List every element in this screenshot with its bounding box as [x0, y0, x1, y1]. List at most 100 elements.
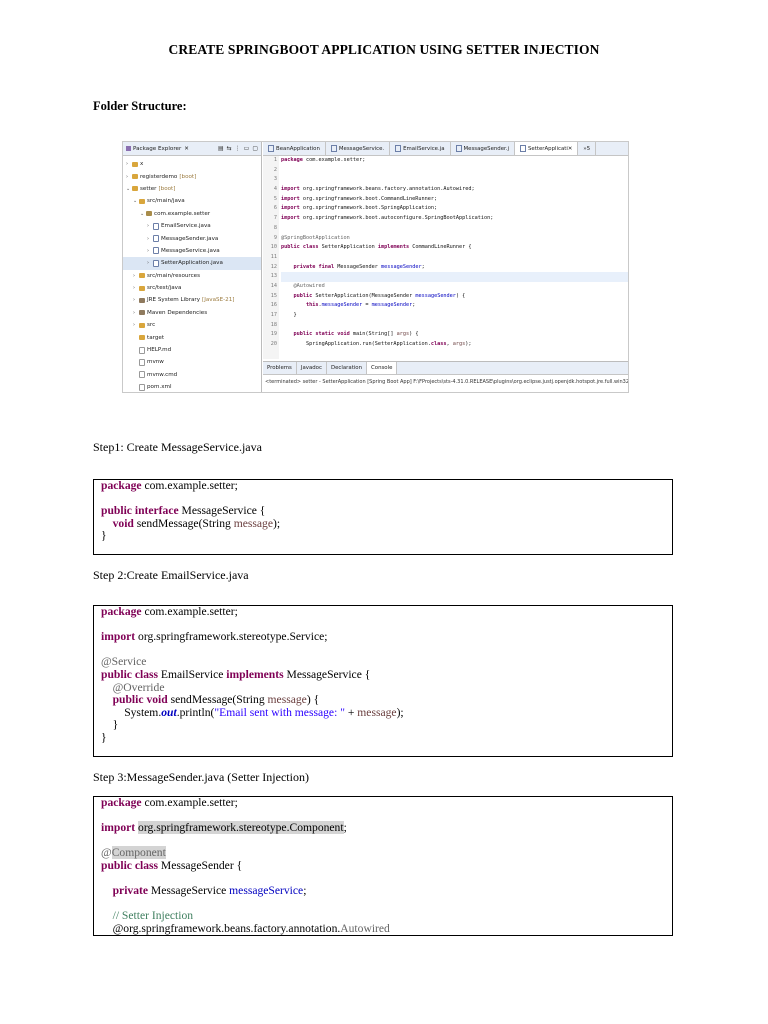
- close-icon[interactable]: ✕: [568, 146, 573, 152]
- console-tab[interactable]: Javadoc: [297, 362, 327, 374]
- line-number: 4: [273, 186, 277, 193]
- editor-source[interactable]: package com.example.setter; import org.sp…: [281, 156, 628, 359]
- line-number: 11: [270, 253, 277, 260]
- line-number: 10: [270, 244, 277, 251]
- tree-item[interactable]: › SetterApplication.java: [123, 257, 261, 270]
- folder-structure-heading: Folder Structure:: [93, 99, 187, 113]
- tree-item[interactable]: mvnw.cmd: [123, 369, 261, 381]
- line-number: 13: [270, 273, 277, 280]
- keyword: class: [134, 858, 159, 872]
- code-text: );: [272, 516, 281, 530]
- line-number: 20: [270, 341, 277, 348]
- code-line: package com.example.setter;: [101, 480, 672, 493]
- tree-item-tag: [boot]: [158, 185, 176, 192]
- package-explorer-tab[interactable]: Package Explorer: [133, 146, 181, 152]
- maximize-icon[interactable]: ▢: [252, 145, 258, 152]
- code-line: import org.springframework.stereotype.Co…: [101, 821, 672, 835]
- console-tab[interactable]: Console: [367, 362, 398, 374]
- tree-item[interactable]: mvnw: [123, 356, 261, 368]
- source-line: [281, 166, 628, 176]
- tree-item[interactable]: › MessageSender.java: [123, 232, 261, 244]
- keyword: class: [134, 667, 159, 681]
- source-line: import org.springframework.boot.autoconf…: [281, 215, 494, 222]
- tree-item[interactable]: › src/main/resources: [123, 270, 261, 282]
- source-line: @Autowired: [293, 282, 325, 289]
- tree-item-label: registerdemo: [140, 173, 178, 180]
- java-icon: [153, 235, 159, 243]
- tree-item[interactable]: › EmailService.java: [123, 220, 261, 232]
- source-line: }: [281, 312, 297, 318]
- tree-item[interactable]: › MessageService.java: [123, 245, 261, 257]
- folder-icon: [132, 174, 138, 180]
- keyword: implements: [226, 667, 284, 681]
- minimize-icon[interactable]: ▭: [244, 145, 250, 152]
- tree-item[interactable]: ⌄ src/main/java: [123, 195, 261, 207]
- tree-item[interactable]: target: [123, 331, 261, 343]
- tree-item-label: mvnw: [147, 359, 164, 366]
- source-line: [281, 272, 628, 282]
- editor-tab[interactable]: MessageService.: [326, 142, 391, 155]
- tree-item[interactable]: ⌄ com.example.setter: [123, 208, 261, 220]
- close-icon[interactable]: ✕: [184, 146, 189, 152]
- line-number: 2: [273, 166, 277, 173]
- highlighted-annotation: Component: [111, 846, 166, 860]
- editor-tab[interactable]: EmailService.ja: [390, 142, 451, 155]
- source-line: [281, 253, 628, 263]
- tree-item-label: mvnw.cmd: [147, 371, 178, 378]
- code-text: MessageService {: [178, 504, 266, 518]
- editor-tab-label: SetterApplicati: [527, 145, 568, 152]
- code-line: public class EmailService implements Mes…: [101, 667, 672, 682]
- tree-item[interactable]: › src: [123, 319, 261, 331]
- ide-screenshot: Package Explorer ✕ ▤ ⇆ ⋮ ▭ ▢ › x › register…: [122, 141, 629, 393]
- code-text: MessageSender {: [158, 858, 243, 872]
- code-line: System.out.println("Email sent with mess…: [101, 705, 672, 720]
- source-line: @SpringBootApplication: [281, 234, 350, 241]
- folder-icon: [132, 186, 138, 192]
- tree-item-label: x: [140, 161, 144, 168]
- highlighted-import: org.springframework.stereotype.Component: [138, 821, 344, 835]
- editor-tab-label: BeanApplication: [276, 145, 320, 152]
- step3-label: Step 3:MessageSender.java (Setter Inject…: [93, 770, 309, 784]
- source-line: [281, 224, 628, 234]
- line-number: 5: [273, 195, 277, 202]
- tree-item-label: EmailService.java: [161, 223, 211, 230]
- editor-tab[interactable]: MessageSender.j: [451, 142, 515, 155]
- editor-tab[interactable]: SetterApplicati ✕: [514, 142, 579, 155]
- tree-item-label: src/main/resources: [147, 272, 201, 279]
- tree-item[interactable]: › Maven Dependencies: [123, 307, 261, 319]
- console-tab[interactable]: Problems: [263, 362, 297, 374]
- package-explorer-icon: [126, 146, 131, 151]
- console-panel: Problems Javadoc Declaration Console <termi…: [263, 361, 628, 392]
- source-line: [281, 321, 628, 331]
- folder-icon: [139, 198, 145, 204]
- console-tab[interactable]: Declaration: [327, 362, 368, 374]
- collapse-all-icon[interactable]: ▤: [218, 145, 224, 152]
- tree-item[interactable]: › JRE System Library [JavaSE-21]: [123, 294, 261, 306]
- tree-item[interactable]: HELP.md: [123, 344, 261, 356]
- code-text: System.: [101, 705, 162, 719]
- java-icon: [153, 259, 159, 267]
- tree-item-label: MessageSender.java: [161, 235, 219, 242]
- tree-item[interactable]: ⌄ setter [boot]: [123, 183, 261, 195]
- keyword: import: [101, 630, 136, 644]
- view-menu-icon[interactable]: ⋮: [235, 145, 241, 152]
- line-number: 6: [273, 205, 277, 212]
- tab-overflow[interactable]: »5: [578, 142, 597, 155]
- tree-item[interactable]: › registerdemo [boot]: [123, 170, 261, 182]
- link-editor-icon[interactable]: ⇆: [227, 145, 232, 152]
- tree-item-label: MessageService.java: [161, 247, 220, 254]
- editor-tab[interactable]: BeanApplication: [263, 142, 326, 155]
- line-number: 17: [270, 312, 277, 318]
- tree-item-label: SetterApplication.java: [161, 260, 223, 267]
- variable: message: [233, 516, 273, 530]
- page-title: CREATE SPRINGBOOT APPLICATION USING SETT…: [168, 42, 600, 57]
- console-tabbar: Problems Javadoc Declaration Console: [263, 362, 628, 375]
- folder-icon: [139, 285, 145, 291]
- source-line: import org.springframework.beans.factory…: [281, 186, 475, 193]
- tree-item[interactable]: › src/test/java: [123, 282, 261, 294]
- variable: message: [357, 705, 397, 719]
- tree-item[interactable]: pom.xml: [123, 381, 261, 392]
- tree-item[interactable]: › x: [123, 158, 261, 170]
- code-text: MessageService {: [283, 667, 371, 681]
